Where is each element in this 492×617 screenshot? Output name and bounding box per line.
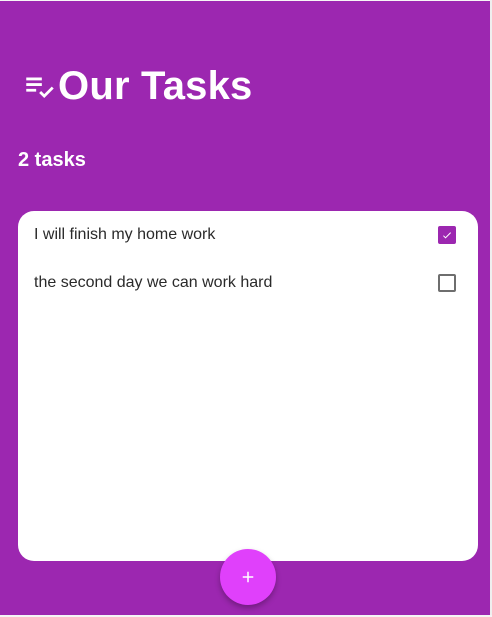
app-screen: Our Tasks 2 tasks I will finish my home … xyxy=(0,0,492,617)
checklist-icon xyxy=(26,77,54,99)
task-count: 2 tasks xyxy=(18,149,86,171)
check-icon xyxy=(443,232,451,239)
top-strip xyxy=(0,0,492,1)
task-label: the second day we can work hard xyxy=(34,274,273,292)
page-title: Our Tasks xyxy=(58,64,253,108)
task-item: the second day we can work hard xyxy=(18,259,478,307)
task-list: I will finish my home work the second da… xyxy=(18,211,478,307)
task-label: I will finish my home work xyxy=(34,226,216,244)
task-checkbox[interactable] xyxy=(438,274,456,292)
task-panel: I will finish my home work the second da… xyxy=(18,211,478,561)
task-item: I will finish my home work xyxy=(18,211,478,259)
plus-icon xyxy=(242,571,254,583)
app-header: Our Tasks xyxy=(22,60,252,112)
add-task-button[interactable] xyxy=(220,549,276,605)
task-checkbox[interactable] xyxy=(438,226,456,244)
